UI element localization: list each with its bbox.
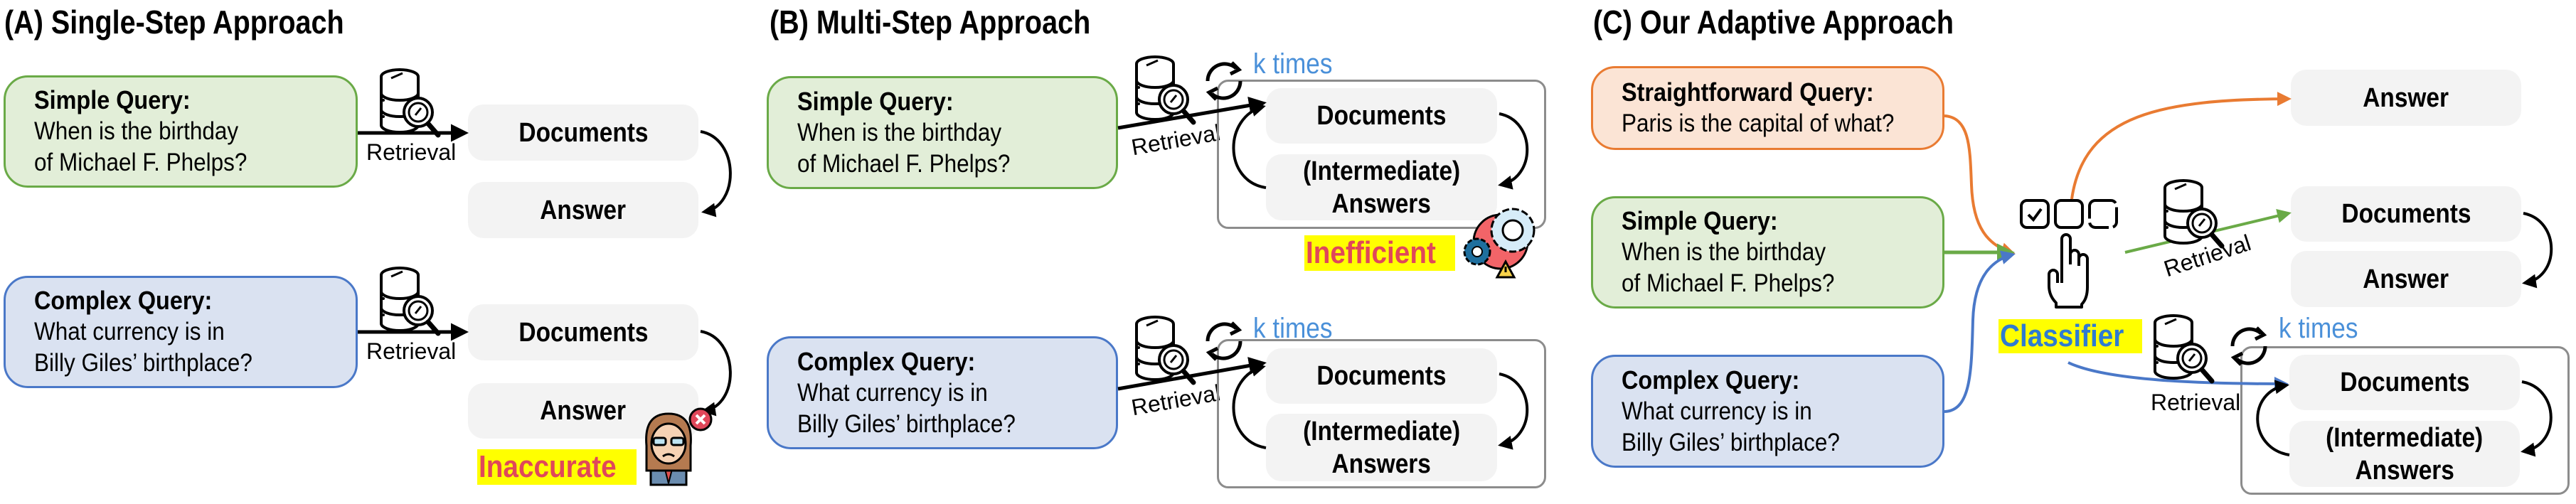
classifier-label: Classifier <box>2000 318 2124 353</box>
inefficient-badge: Inefficient <box>1304 235 1455 271</box>
query-text-line2: of Michael F. Phelps? <box>34 149 248 176</box>
panel-a-complex-query: Complex Query: What currency is in Billy… <box>4 276 358 388</box>
panel-a-answer-box: Answer <box>468 383 698 439</box>
box-label-line1: (Intermediate) <box>2326 422 2484 453</box>
database-search-icon <box>2155 316 2212 381</box>
query-type: Simple Query: <box>34 85 191 114</box>
database-search-icon <box>381 268 438 333</box>
box-label: Answer <box>540 195 627 225</box>
query-text-line1: What currency is in <box>34 318 225 345</box>
query-type: Complex Query: <box>34 286 213 315</box>
query-text-line1: What currency is in <box>1622 397 1812 425</box>
box-label: Documents <box>2341 199 2471 229</box>
query-type: Complex Query: <box>1622 365 1800 395</box>
query-text-line1: What currency is in <box>797 378 988 407</box>
query-text-line2: of Michael F. Phelps? <box>1622 269 1835 297</box>
query-text-line1: Paris is the capital of what? <box>1622 109 1895 137</box>
query-text-line1: When is the birthday <box>34 117 239 145</box>
panel-b-title: (B) Multi-Step Approach <box>770 4 1091 41</box>
query-text-line2: Billy Giles’ birthplace? <box>797 409 1016 438</box>
panel-b-documents-box: Documents <box>1266 348 1497 404</box>
database-search-icon <box>381 70 438 135</box>
box-label-line2: Answers <box>1331 449 1432 479</box>
panel-b-documents-box: Documents <box>1266 88 1497 144</box>
query-type: Complex Query: <box>797 346 976 376</box>
query-text-line2: Billy Giles’ birthplace? <box>1622 428 1840 456</box>
panel-c-answer-box: Answer <box>2291 251 2521 307</box>
checkbox-options-icon <box>2020 199 2118 229</box>
box-label-line2: Answers <box>2355 455 2454 486</box>
retrieval-label: Retrieval <box>2151 390 2241 415</box>
k-times-label: k times <box>1253 48 1333 80</box>
panel-b-complex-query: Complex Query: What currency is in Billy… <box>767 336 1118 449</box>
retrieval-label: Retrieval <box>366 139 457 165</box>
retrieval-label: Retrieval <box>366 338 457 364</box>
panel-b-intermediate-answers-box: (Intermediate) Answers <box>1266 414 1497 481</box>
panel-a-answer-box: Answer <box>468 182 698 238</box>
straightforward-route-arrow <box>1944 114 2016 257</box>
box-label: Documents <box>1316 101 1447 131</box>
retrieval-label: Retrieval <box>1129 119 1223 161</box>
panel-c-documents-box: Documents <box>2291 186 2521 242</box>
box-label-line1: (Intermediate) <box>1302 416 1461 446</box>
box-label: Answer <box>2363 82 2449 113</box>
query-text-line1: When is the birthday <box>1622 238 1826 266</box>
box-label-line1: (Intermediate) <box>1302 156 1461 186</box>
inaccurate-label: Inaccurate <box>479 449 617 484</box>
box-label: Documents <box>2339 368 2470 397</box>
panel-a-simple-query: Simple Query: When is the birthday of Mi… <box>4 75 358 188</box>
box-label-line2: Answers <box>1331 188 1432 219</box>
query-text-line2: Billy Giles’ birthplace? <box>34 349 252 377</box>
panel-c-direct-answer-box: Answer <box>2291 70 2521 126</box>
inefficient-label: Inefficient <box>1306 235 1436 270</box>
retrieval-label: Retrieval <box>1129 380 1223 421</box>
panel-b-simple-query: Simple Query: When is the birthday of Mi… <box>767 76 1118 189</box>
panel-c-simple-query: Simple Query: When is the birthday of Mi… <box>1591 196 1944 309</box>
flow-arrow <box>700 130 732 218</box>
panel-a-title: (A) Single-Step Approach <box>4 4 344 41</box>
panel-a-documents-box: Documents <box>468 104 698 161</box>
k-times-label: k times <box>2279 313 2358 344</box>
database-search-icon <box>1137 57 1193 122</box>
panel-c-straightforward-query: Straightforward Query: Paris is the capi… <box>1591 66 1944 150</box>
box-label: Answer <box>540 396 627 426</box>
flow-arrow <box>700 330 732 417</box>
panel-c-multi-documents-box: Documents <box>2289 355 2520 410</box>
inaccurate-badge: Inaccurate <box>477 449 637 485</box>
database-search-icon <box>2165 181 2222 246</box>
pointing-hand-icon <box>2048 233 2089 309</box>
query-type: Simple Query: <box>1622 206 1778 235</box>
database-search-icon <box>1137 317 1193 382</box>
classifier-badge: Classifier <box>1998 318 2143 353</box>
query-type: Simple Query: <box>797 86 954 116</box>
query-text-line1: When is the birthday <box>797 118 1002 146</box>
panel-a-documents-box: Documents <box>468 304 698 360</box>
flow-arrow <box>2522 212 2553 289</box>
box-label: Documents <box>518 117 649 148</box>
panel-c-title: (C) Our Adaptive Approach <box>1593 4 1954 41</box>
no-retrieval-arrow <box>2070 92 2292 200</box>
box-label: Documents <box>518 317 649 348</box>
panel-c-complex-query: Complex Query: What currency is in Billy… <box>1591 355 1944 468</box>
panel-b-intermediate-answers-box: (Intermediate) Answers <box>1266 154 1497 220</box>
retrieval-label: Retrieval <box>2161 229 2255 282</box>
box-label: Answer <box>2363 264 2449 294</box>
query-type: Straightforward Query: <box>1622 77 1874 107</box>
panel-c-intermediate-answers-box: (Intermediate) Answers <box>2289 421 2520 487</box>
box-label: Documents <box>1316 361 1447 391</box>
query-text-line2: of Michael F. Phelps? <box>797 149 1011 178</box>
